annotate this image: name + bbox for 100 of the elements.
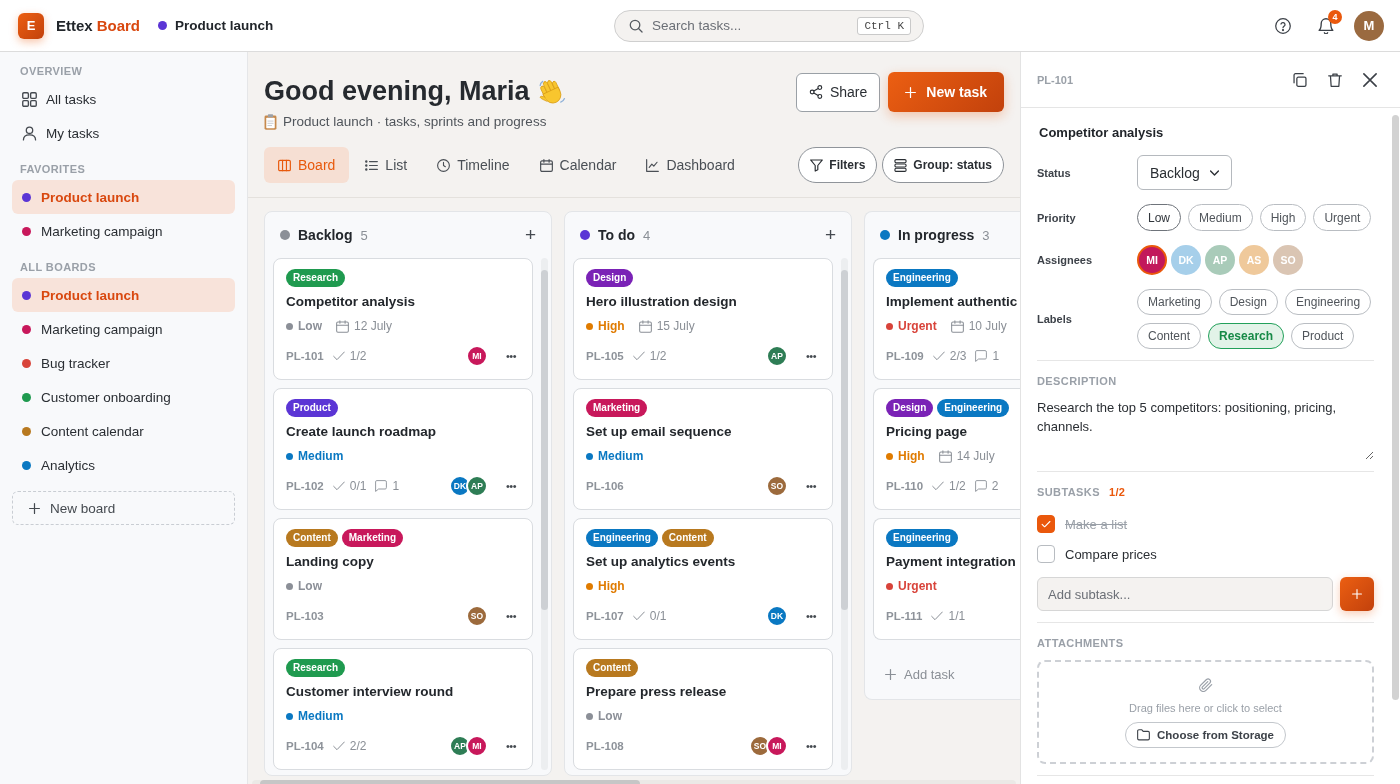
task-id: PL-107 <box>586 610 624 622</box>
priority-option[interactable]: Medium <box>1188 204 1253 231</box>
stack-icon <box>894 158 908 172</box>
copy-icon[interactable] <box>1293 72 1307 87</box>
clipboard-icon <box>264 114 277 130</box>
status-select[interactable]: Backlog <box>1137 155 1232 190</box>
sidebar-item[interactable]: Customer onboarding <box>12 380 235 414</box>
priority-label: Medium <box>298 709 344 723</box>
sidebar-item[interactable]: All tasks <box>12 82 235 116</box>
task-card[interactable]: Design Engineering Pricing page High 14 July PL-110 1/2 2 <box>873 388 1020 510</box>
bell-icon[interactable] <box>1318 17 1334 34</box>
checkbox[interactable] <box>1037 515 1055 533</box>
label-option[interactable]: Design <box>1218 289 1279 315</box>
add-subtask-button[interactable] <box>1340 577 1374 611</box>
avatar: MI <box>765 735 788 757</box>
new-board-button[interactable]: New board <box>12 491 235 525</box>
notification-badge: 4 <box>1328 9 1342 24</box>
view-tab[interactable]: Timeline <box>423 147 524 183</box>
add-card-button[interactable]: + <box>521 225 539 245</box>
add-card-button[interactable]: + <box>821 225 839 245</box>
task-card[interactable]: Content Prepare press release Low PL-108 SO MI ••• <box>573 648 833 770</box>
chevron-down-icon <box>1209 169 1219 176</box>
search-field[interactable]: Search tasks... Ctrl K <box>614 9 924 42</box>
card-title: Competitor analysis <box>286 293 417 311</box>
search-input[interactable]: Search tasks... <box>652 15 849 36</box>
subtask-count: 0/1 <box>649 609 667 623</box>
view-tab[interactable]: Calendar <box>525 147 631 183</box>
label-option[interactable]: Engineering <box>1285 289 1372 315</box>
group-button[interactable]: Group: status <box>882 147 1004 183</box>
more-button[interactable]: ••• <box>501 480 520 492</box>
plus-icon <box>885 668 896 680</box>
label-option[interactable]: Content <box>1137 323 1202 349</box>
subtask-label: Compare prices <box>1065 546 1157 562</box>
filters-button[interactable]: Filters <box>798 147 878 183</box>
tag: Research <box>286 269 346 287</box>
priority-option[interactable]: High <box>1259 204 1307 231</box>
more-button[interactable]: ••• <box>801 350 820 362</box>
task-card[interactable]: Engineering Implement authentic Urgent 10 July PL-109 2/3 1 <box>873 258 1020 380</box>
user-avatar[interactable]: M <box>1354 10 1384 41</box>
shortcut-hint: Ctrl K <box>857 16 911 35</box>
more-button[interactable]: ••• <box>501 610 520 622</box>
sidebar-item[interactable]: Marketing campaign <box>12 312 235 346</box>
chart-icon <box>646 158 660 172</box>
task-id: PL-102 <box>286 480 324 492</box>
subtask-count: 1/2 <box>349 349 367 363</box>
scrollbar[interactable] <box>841 258 848 770</box>
task-id: PL-105 <box>586 350 624 362</box>
storage-button[interactable]: Choose from Storage <box>1125 722 1286 748</box>
person-icon <box>22 125 37 141</box>
check-icon <box>932 350 945 362</box>
delete-icon[interactable] <box>1328 72 1342 87</box>
task-card[interactable]: Engineering Content Set up analytics events High PL-107 0/1 DK ••• <box>573 518 833 640</box>
task-card[interactable]: Content Marketing Landing copy Low PL-103 SO ••• <box>273 518 533 640</box>
more-button[interactable]: ••• <box>501 740 520 752</box>
section-heading: ATTACHMENTS <box>1037 636 1125 650</box>
sidebar-item[interactable]: Content calendar <box>12 414 235 448</box>
priority-label: Low <box>298 579 322 593</box>
task-card[interactable]: Design Hero illustration design High 15 July PL-105 1/2 AP ••• <box>573 258 833 380</box>
task-card[interactable]: Engineering Payment integration Urgent PL-111 1/1 <box>873 518 1020 640</box>
more-button[interactable]: ••• <box>501 350 520 362</box>
avatar: SO <box>465 605 488 627</box>
assignee-avatar[interactable]: MI <box>1137 245 1167 275</box>
scrollbar[interactable] <box>541 258 548 770</box>
calendar-icon <box>950 319 964 333</box>
subtask-input[interactable]: Add subtask... <box>1037 577 1333 611</box>
checkbox[interactable] <box>1037 545 1055 563</box>
drop-zone[interactable]: Drag files here or click to select Choose from Storage <box>1037 660 1374 764</box>
task-card[interactable]: Product Create launch roadmap Medium PL-102 0/1 1 DK AP ••• <box>273 388 533 510</box>
close-icon[interactable] <box>1363 72 1377 87</box>
priority-label: Low <box>598 709 622 723</box>
new-task-button[interactable]: New task <box>888 72 1004 112</box>
view-tab[interactable]: List <box>351 147 422 183</box>
check-icon <box>632 350 645 362</box>
task-card[interactable]: Research Competitor analysis Low 12 July PL-101 1/2 MI ••• <box>273 258 533 380</box>
sidebar-item[interactable]: My tasks <box>12 116 235 150</box>
view-tab[interactable]: Dashboard <box>632 147 749 183</box>
label-option[interactable]: Marketing <box>1137 289 1212 315</box>
sidebar-item[interactable]: Marketing campaign <box>12 214 235 248</box>
share-button[interactable]: Share <box>795 72 881 112</box>
comment-icon <box>975 350 988 362</box>
plus-icon <box>29 502 40 514</box>
plus-icon <box>905 86 917 98</box>
tag: Content <box>586 659 638 677</box>
description-field[interactable]: Research the top 5 competitors: positioning, pricing, channels. <box>1037 398 1374 460</box>
sidebar-item[interactable]: Bug tracker <box>12 346 235 380</box>
more-button[interactable]: ••• <box>801 740 820 752</box>
more-button[interactable]: ••• <box>801 480 820 492</box>
priority-option[interactable]: Urgent <box>1313 204 1372 231</box>
sidebar-item[interactable]: Analytics <box>12 448 235 482</box>
tag: Engineering <box>937 399 1010 417</box>
priority-option[interactable]: Low <box>1137 204 1181 231</box>
more-button[interactable]: ••• <box>801 610 820 622</box>
task-card[interactable]: Research Customer interview round Medium PL-104 2/2 AP MI ••• <box>273 648 533 770</box>
task-card[interactable]: Marketing Set up email sequence Medium PL-106 SO ••• <box>573 388 833 510</box>
tag: Content <box>661 529 714 547</box>
help-icon[interactable] <box>1275 17 1291 34</box>
label-option[interactable]: Research <box>1208 323 1285 349</box>
columns-icon <box>278 158 291 172</box>
label-option[interactable]: Product <box>1291 323 1355 349</box>
card-title: Create launch roadmap <box>286 423 438 441</box>
